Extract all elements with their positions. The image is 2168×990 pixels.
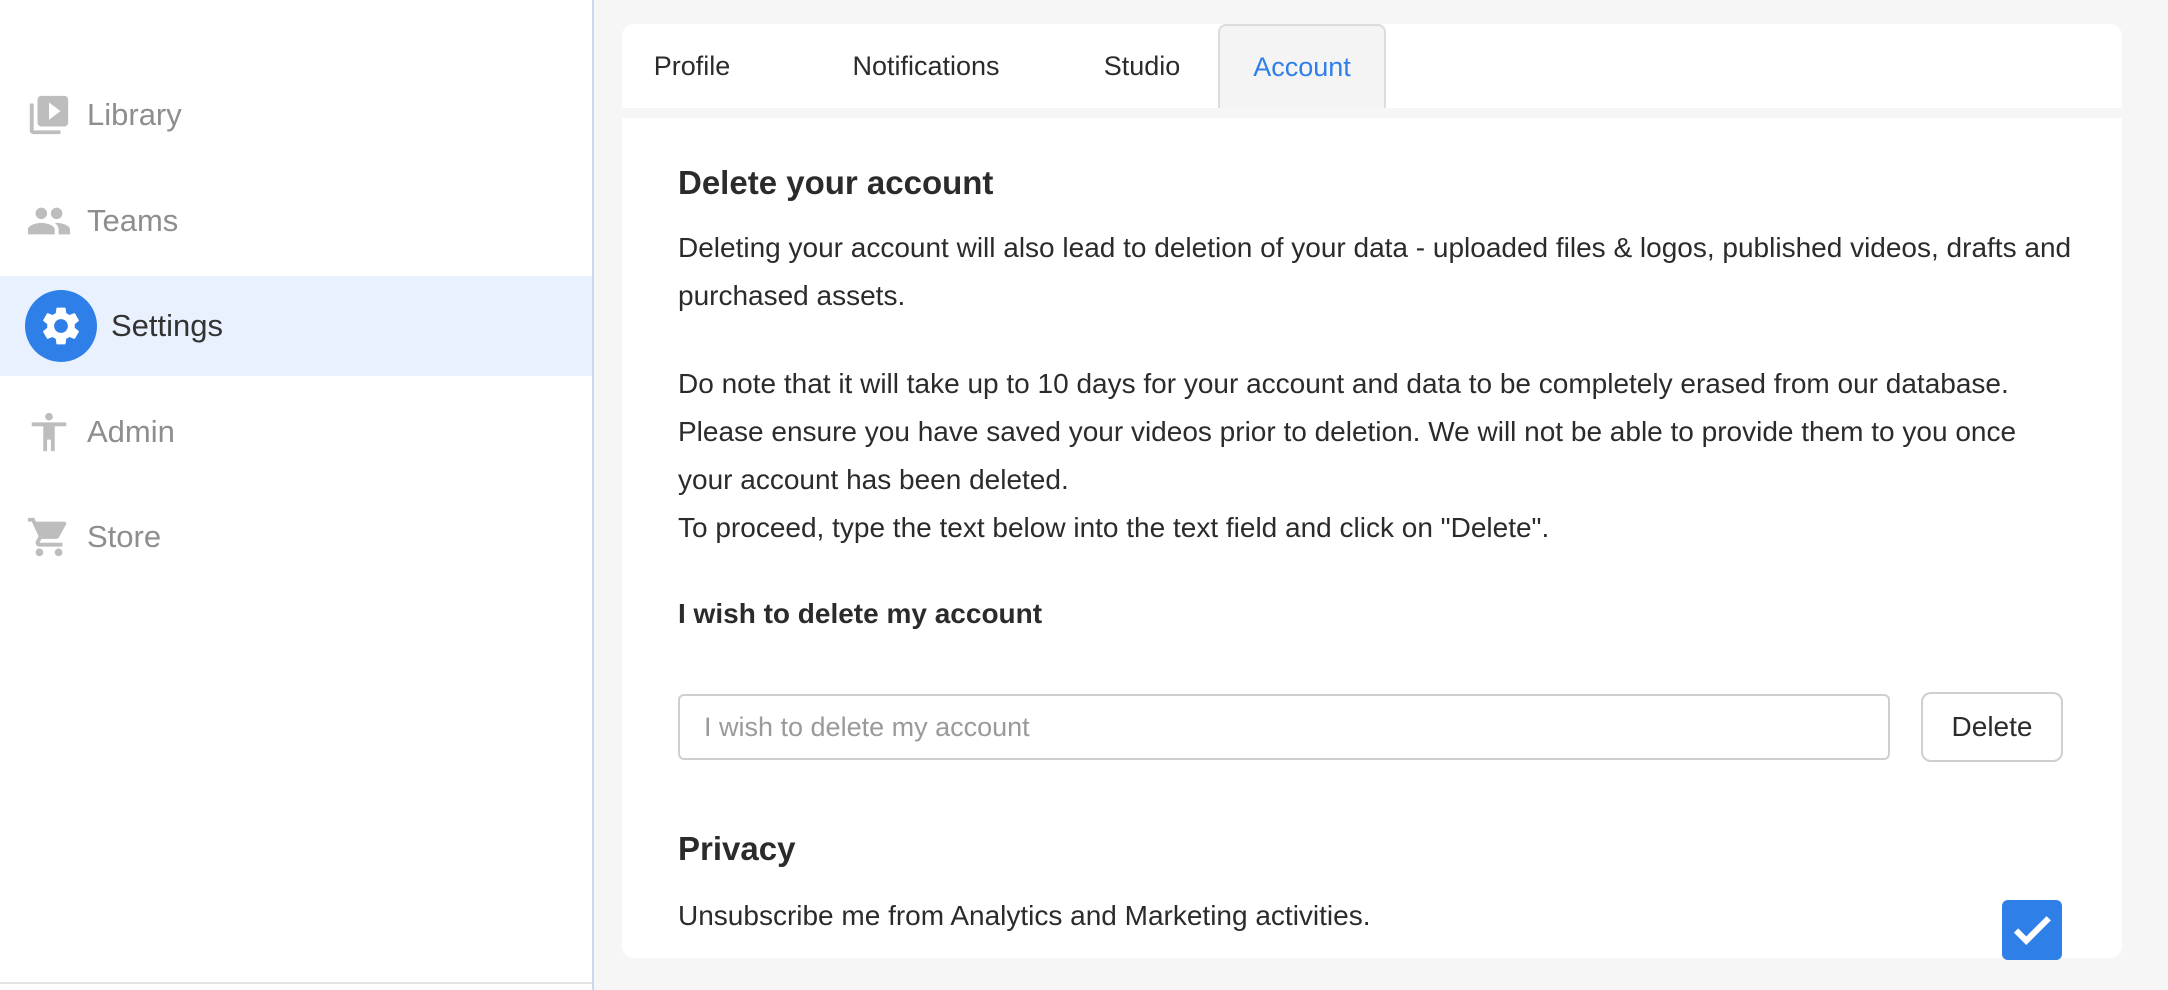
sidebar-item-store[interactable]: Store <box>0 487 592 587</box>
checkmark-icon <box>2013 916 2051 946</box>
unsubscribe-label: Unsubscribe me from Analytics and Market… <box>678 900 1371 931</box>
sidebar-item-admin[interactable]: Admin <box>0 382 592 482</box>
sidebar-item-settings[interactable]: Settings <box>0 276 592 376</box>
sidebar-item-label: Store <box>87 519 162 554</box>
tab-account[interactable]: Account <box>1218 24 1386 108</box>
accessibility-icon <box>25 408 73 456</box>
cart-icon <box>25 513 73 561</box>
sidebar: Library Teams Settings Admin Store <box>0 0 594 990</box>
people-icon <box>25 197 73 245</box>
tab-studio[interactable]: Studio <box>1062 24 1222 108</box>
deletion-timeline-text: Do note that it will take up to 10 days … <box>678 368 2017 495</box>
sidebar-item-label: Library <box>87 97 182 132</box>
sidebar-item-teams[interactable]: Teams <box>0 171 592 271</box>
unsubscribe-checkbox[interactable] <box>2002 900 2062 960</box>
privacy-heading: Privacy <box>678 830 796 867</box>
app-root: Library Teams Settings Admin Store Profi… <box>0 0 2168 990</box>
sidebar-item-library[interactable]: Library <box>0 65 592 165</box>
sidebar-item-label: Settings <box>111 308 224 343</box>
delete-button[interactable]: Delete <box>1921 692 2063 762</box>
library-icon <box>25 91 73 139</box>
delete-account-heading: Delete your account <box>678 164 994 201</box>
delete-warning-text: Deleting your account will also lead to … <box>678 232 2072 311</box>
sidebar-item-label: Admin <box>87 414 175 449</box>
proceed-instructions: To proceed, type the text below into the… <box>678 512 1550 543</box>
sidebar-divider <box>0 982 592 984</box>
settings-tabs: Profile Notifications Studio Account <box>622 24 2122 108</box>
tab-profile[interactable]: Profile <box>622 24 762 108</box>
tab-notifications[interactable]: Notifications <box>806 24 1046 108</box>
delete-confirmation-input[interactable] <box>678 694 1890 760</box>
sidebar-item-label: Teams <box>87 203 179 238</box>
confirmation-phrase: I wish to delete my account <box>678 598 1043 629</box>
account-settings-panel: Delete your account Deleting your accoun… <box>622 118 2122 960</box>
gear-icon <box>25 290 97 362</box>
